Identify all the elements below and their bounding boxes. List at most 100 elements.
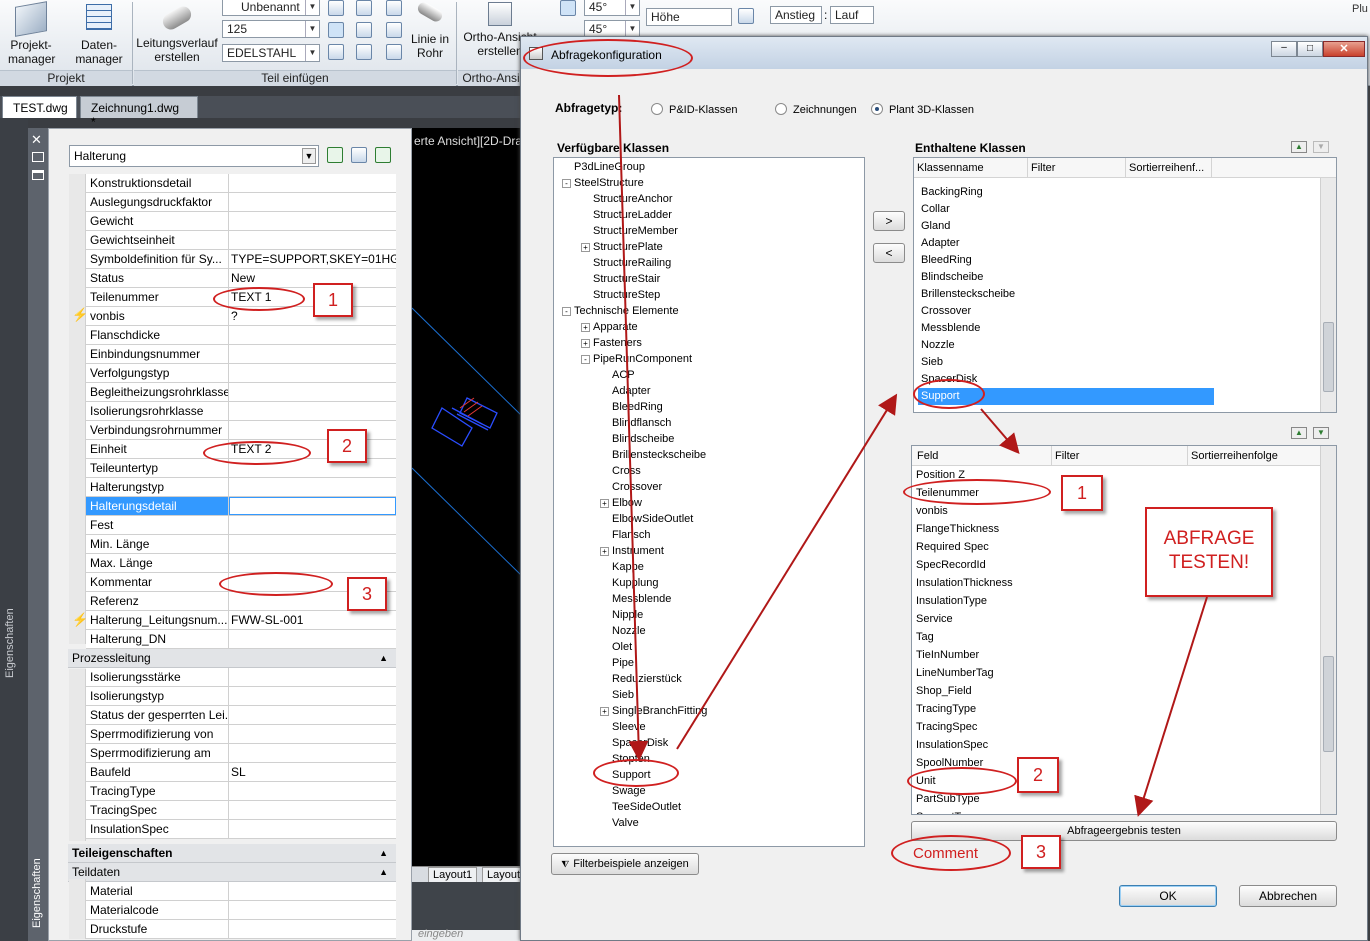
property-row[interactable]: Gewichtseinheit [86,231,396,250]
palette-titlebar[interactable]: ✕ Eigenschaften [28,128,48,941]
line-number-select[interactable]: Unbenannt ▼ [222,0,320,16]
angle-icon[interactable] [560,0,576,16]
property-row[interactable]: Status der gesperrten Lei... [86,706,396,725]
property-value[interactable] [229,744,396,762]
property-value[interactable] [229,687,396,705]
property-value[interactable] [229,706,396,724]
quick-select-icon[interactable] [351,147,367,163]
grid-icon[interactable] [386,44,402,60]
tab-zeichnung1[interactable]: Zeichnung1.dwg * [80,96,198,129]
connect-icon[interactable] [328,44,344,60]
section-prozessleitung[interactable]: Prozessleitung ▲ [68,649,396,668]
lauf-field[interactable]: Lauf [830,6,874,24]
property-value[interactable] [229,212,396,230]
property-row[interactable]: Fest [86,516,396,535]
property-value[interactable] [229,421,396,439]
property-value[interactable] [229,402,396,420]
object-type-select[interactable]: Halterung ▼ [69,145,319,167]
property-value[interactable]: FWW-SL-001 [229,611,396,629]
property-row[interactable]: Sperrmodifizierung von [86,725,396,744]
property-row[interactable]: Materialcode [86,901,396,920]
property-value[interactable] [229,497,396,515]
property-row[interactable]: Isolierungsstärke [86,668,396,687]
property-value[interactable] [229,478,396,496]
hoehe-field[interactable]: Höhe [646,8,732,26]
tab-layout2[interactable]: Layout [482,867,526,883]
property-value[interactable] [229,326,396,344]
tool-icon[interactable] [328,0,344,16]
dock-tab[interactable]: Eigenschaften [0,498,24,688]
size-select[interactable]: 125 ▼ [222,20,320,38]
property-value[interactable] [229,901,396,919]
property-value[interactable]: SL [229,763,396,781]
tab-layout1[interactable]: Layout1 [428,867,478,883]
property-value[interactable] [229,554,396,572]
home-icon[interactable] [738,8,754,24]
property-value[interactable] [229,174,396,192]
property-row[interactable]: Halterungstyp [86,478,396,497]
daten-manager-button[interactable]: Daten- manager [72,4,126,66]
property-row[interactable]: Flanschdicke [86,326,396,345]
menu-icon[interactable] [32,170,44,180]
property-row[interactable]: Halterung_DN [86,630,396,649]
property-value[interactable]: TYPE=SUPPORT,SKEY=01HG [229,250,396,268]
property-value[interactable] [229,516,396,534]
property-value[interactable] [229,725,396,743]
property-value[interactable] [229,782,396,800]
property-row[interactable]: Isolierungsrohrklasse [86,402,396,421]
property-value[interactable] [229,882,396,900]
property-row[interactable]: Max. Länge [86,554,396,573]
linie-in-rohr-button[interactable]: Linie in Rohr [410,0,450,60]
property-value[interactable] [229,345,396,363]
property-value[interactable] [229,668,396,686]
tab-test-dwg[interactable]: TEST.dwg [2,96,77,118]
property-row[interactable]: TracingType [86,782,396,801]
property-row[interactable]: InsulationSpec [86,820,396,839]
property-row[interactable]: Einbindungsnummer [86,345,396,364]
property-value[interactable] [229,193,396,211]
property-row[interactable]: Gewicht [86,212,396,231]
tag-icon[interactable] [356,0,372,16]
property-row[interactable]: Isolierungstyp [86,687,396,706]
valve-icon[interactable] [356,22,372,38]
property-row[interactable]: TracingSpec [86,801,396,820]
property-value[interactable] [229,231,396,249]
property-row[interactable]: Druckstufe [86,920,396,939]
property-row[interactable]: Verfolgungstyp [86,364,396,383]
property-row[interactable]: Halterungsdetail [86,497,396,516]
property-row[interactable]: Symboldefinition für Sy... TYPE=SUPPORT,S… [86,250,396,269]
toggle-pickadd-icon[interactable] [375,147,391,163]
cutplane-icon[interactable] [328,22,344,38]
property-value[interactable] [229,630,396,648]
elbow-icon[interactable] [356,44,372,60]
property-row[interactable]: Begleitheizungsrohrklasse [86,383,396,402]
command-line[interactable]: eingeben [412,928,524,941]
search-icon[interactable] [386,22,402,38]
property-row[interactable]: Konstruktionsdetail [86,174,396,193]
collapse-icon[interactable]: ▲ [379,844,388,862]
property-row[interactable]: Min. Länge [86,535,396,554]
property-row[interactable]: Sperrmodifizierung am [86,744,396,763]
select-objects-icon[interactable] [327,147,343,163]
leitungsverlauf-button[interactable]: Leitungsverlauf erstellen [134,3,220,64]
anstieg-field[interactable]: Anstieg [770,6,822,24]
angle-select-1[interactable]: 45° ▼ [584,0,640,16]
property-row[interactable]: Material [86,882,396,901]
property-value[interactable] [229,535,396,553]
projekt-manager-button[interactable]: Projekt- manager [8,1,55,66]
zoom-icon[interactable] [386,0,402,16]
property-value[interactable] [229,364,396,382]
spec-select[interactable]: EDELSTAHL ▼ [222,44,320,62]
property-row[interactable]: Baufeld SL [86,763,396,782]
property-value[interactable] [229,383,396,401]
autohide-icon[interactable] [32,152,44,162]
property-value[interactable] [229,920,396,938]
close-icon[interactable]: ✕ [31,132,42,148]
property-row[interactable]: Auslegungsdruckfaktor [86,193,396,212]
property-value[interactable] [229,820,396,838]
collapse-icon[interactable]: ▲ [379,863,388,881]
section-teileigenschaften[interactable]: Teileigenschaften ▲ [68,844,396,863]
drawing-canvas[interactable]: erte Ansicht][2D-Dra [412,128,524,866]
property-value[interactable] [229,801,396,819]
section-teildaten[interactable]: Teildaten ▲ [68,863,396,882]
